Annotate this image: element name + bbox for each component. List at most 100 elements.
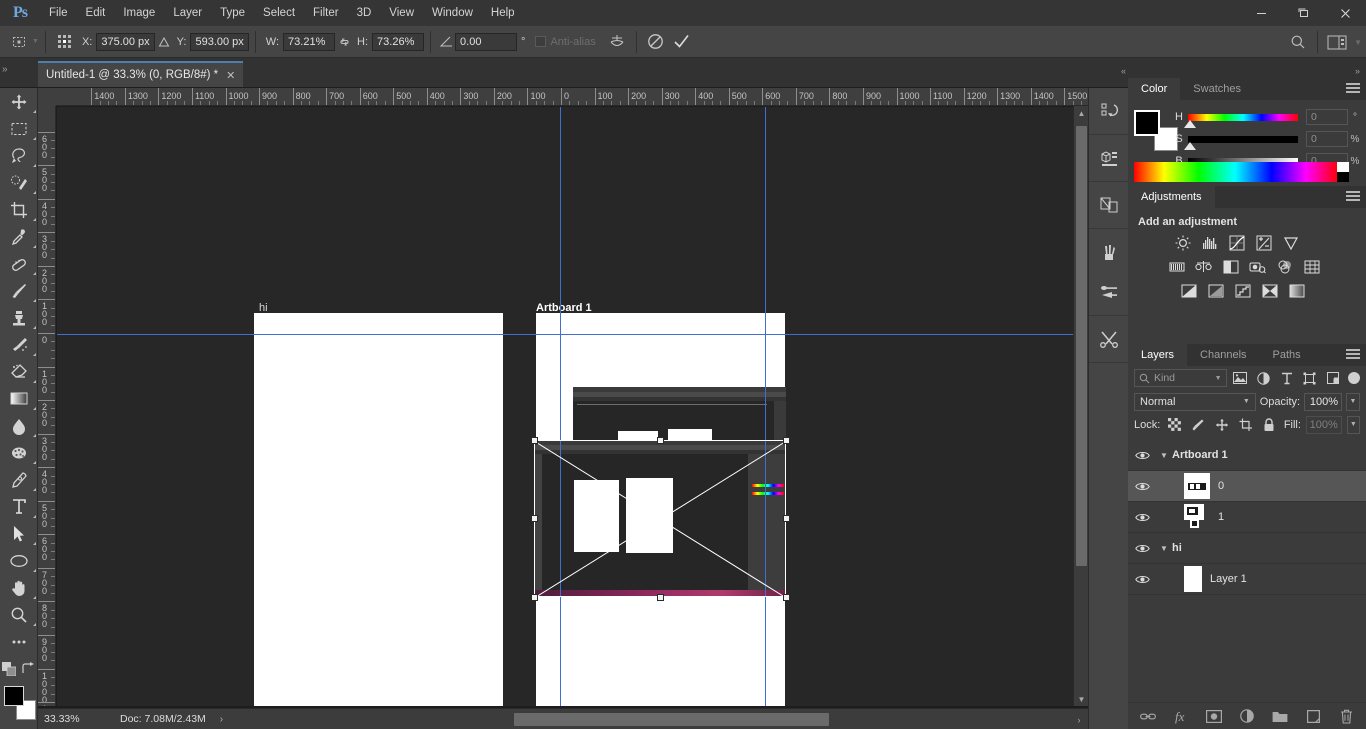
fill-input[interactable]: 100% (1305, 415, 1342, 434)
new-layer-icon[interactable] (1305, 708, 1321, 724)
posterize-icon[interactable] (1207, 282, 1224, 299)
layer-visibility-toggle[interactable] (1128, 543, 1156, 554)
menu-image[interactable]: Image (114, 0, 164, 26)
vertical-ruler[interactable]: 600 500 400 300 200 100 0 100 200 300 400 500 600 700… (38, 106, 56, 706)
invert-icon[interactable] (1180, 282, 1197, 299)
lock-artboard-nesting-icon[interactable] (1236, 416, 1255, 434)
warp-mode-icon[interactable] (604, 30, 630, 54)
scroll-right-icon[interactable]: › (1072, 713, 1086, 726)
menu-layer[interactable]: Layer (164, 0, 211, 26)
dock-collapse-icon[interactable]: « (1121, 66, 1126, 76)
saturation-slider-track[interactable] (1184, 135, 1298, 150)
transform-handle-bl[interactable] (531, 594, 538, 601)
tab-scroll-left-icon[interactable]: » (2, 64, 8, 75)
swap-colors-icon[interactable] (19, 655, 38, 682)
layer-name-artboard-1[interactable]: Artboard 1 (1172, 449, 1228, 461)
zoom-tool[interactable] (0, 601, 38, 628)
layer-row-artboard-1[interactable]: ▼ Artboard 1 (1128, 440, 1366, 471)
layer-name-layer-1[interactable]: Layer 1 (1210, 573, 1247, 585)
layer-row-1[interactable]: 1 (1128, 502, 1366, 533)
threshold-icon[interactable] (1234, 282, 1251, 299)
menu-3d[interactable]: 3D (348, 0, 381, 26)
filter-type-icon[interactable] (1277, 369, 1296, 387)
layer-thumbnail-0[interactable] (1184, 473, 1210, 499)
filter-shape-icon[interactable] (1300, 369, 1319, 387)
transform-handle-mr[interactable] (783, 515, 790, 522)
horizontal-ruler[interactable]: 1400 1300 1200 1100 1000 900 800 700 600 500 400 30… (56, 88, 1088, 106)
guide-horizontal-1[interactable] (57, 334, 1088, 335)
transform-handle-bc[interactable] (657, 594, 664, 601)
default-colors-icon[interactable] (0, 655, 19, 682)
canvas-stage[interactable]: hi Artboard 1 (57, 107, 1088, 706)
transform-reference-point[interactable] (653, 512, 666, 525)
lock-image-pixels-icon[interactable] (1189, 416, 1208, 434)
horizontal-scroll-thumb[interactable] (514, 713, 829, 726)
menu-select[interactable]: Select (254, 0, 304, 26)
layer-disclosure-triangle[interactable]: ▼ (1156, 544, 1172, 553)
artboard-hi[interactable] (254, 313, 503, 706)
hue-value-input[interactable]: 0 (1306, 109, 1348, 125)
layer-visibility-toggle[interactable] (1128, 574, 1156, 585)
tab-paths[interactable]: Paths (1260, 344, 1314, 366)
layer-name-hi[interactable]: hi (1172, 542, 1182, 554)
saturation-value-input[interactable]: 0 (1306, 131, 1348, 147)
transform-handle-tc[interactable] (657, 437, 664, 444)
pen-tool[interactable] (0, 466, 38, 493)
document-tab[interactable]: Untitled-1 @ 33.3% (0, RGB/8#) * ✕ (38, 61, 244, 87)
black-white-icon[interactable] (1222, 258, 1239, 275)
eraser-tool[interactable] (0, 358, 38, 385)
free-transform-tool-icon[interactable] (6, 30, 32, 54)
foreground-color-swatch[interactable] (4, 686, 24, 706)
gradient-map-icon[interactable] (1261, 282, 1278, 299)
properties-panel-icon[interactable] (1089, 138, 1129, 178)
menu-edit[interactable]: Edit (77, 0, 115, 26)
brush-tool[interactable] (0, 277, 38, 304)
scroll-up-icon[interactable]: ▲ (1074, 106, 1089, 120)
canvas-vertical-scrollbar[interactable]: ▲ ▼ (1073, 106, 1088, 706)
type-tool[interactable] (0, 493, 38, 520)
spot-healing-brush-tool[interactable] (0, 250, 38, 277)
menu-view[interactable]: View (380, 0, 423, 26)
brushes-panel-icon[interactable] (1089, 232, 1129, 272)
tab-color[interactable]: Color (1128, 78, 1181, 100)
layer-visibility-toggle[interactable] (1128, 481, 1156, 492)
reference-point-grid-icon[interactable] (52, 30, 78, 54)
restore-button[interactable] (1282, 0, 1324, 26)
color-foreground-swatch[interactable] (1134, 110, 1160, 136)
layer-row-hi[interactable]: ▼ hi (1128, 533, 1366, 564)
link-layers-icon[interactable] (1140, 708, 1156, 724)
vibrance-icon[interactable] (1282, 234, 1299, 251)
lock-position-icon[interactable] (1213, 416, 1232, 434)
saturation-slider-thumb[interactable] (1184, 141, 1196, 150)
opacity-input[interactable]: 100% (1304, 392, 1343, 411)
status-bar-expand-icon[interactable]: › (220, 714, 223, 725)
lock-transparent-pixels-icon[interactable] (1165, 416, 1184, 434)
search-icon[interactable] (1285, 30, 1311, 54)
transform-handle-br[interactable] (783, 594, 790, 601)
crop-tool[interactable] (0, 196, 38, 223)
tab-channels[interactable]: Channels (1187, 344, 1259, 366)
ellipse-tool[interactable] (0, 547, 38, 574)
add-layer-style-icon[interactable]: fx (1173, 708, 1189, 724)
photo-filter-icon[interactable] (1249, 258, 1266, 275)
layer-thumbnail-1[interactable] (1184, 504, 1210, 530)
layer-disclosure-triangle[interactable]: ▼ (1156, 451, 1172, 460)
lock-all-icon[interactable] (1260, 416, 1279, 434)
adjustments-panel-menu-icon[interactable] (1346, 191, 1360, 203)
close-button[interactable] (1324, 0, 1366, 26)
layer-name-1[interactable]: 1 (1218, 511, 1224, 523)
brightness-contrast-icon[interactable] (1174, 234, 1191, 251)
menu-window[interactable]: Window (423, 0, 482, 26)
clone-stamp-tool[interactable] (0, 304, 38, 331)
tab-swatches[interactable]: Swatches (1180, 78, 1254, 100)
minimize-button[interactable] (1240, 0, 1282, 26)
tool-presets-panel-icon[interactable] (1089, 319, 1129, 359)
brush-settings-panel-icon[interactable] (1089, 272, 1129, 312)
libraries-panel-icon[interactable] (1089, 185, 1129, 225)
channel-mixer-icon[interactable] (1276, 258, 1293, 275)
x-input[interactable]: 375.00 px (96, 32, 155, 51)
transform-handle-tr[interactable] (783, 437, 790, 444)
exposure-icon[interactable] (1255, 234, 1272, 251)
selective-color-icon[interactable] (1288, 282, 1305, 299)
guide-vertical-1[interactable] (560, 107, 561, 706)
